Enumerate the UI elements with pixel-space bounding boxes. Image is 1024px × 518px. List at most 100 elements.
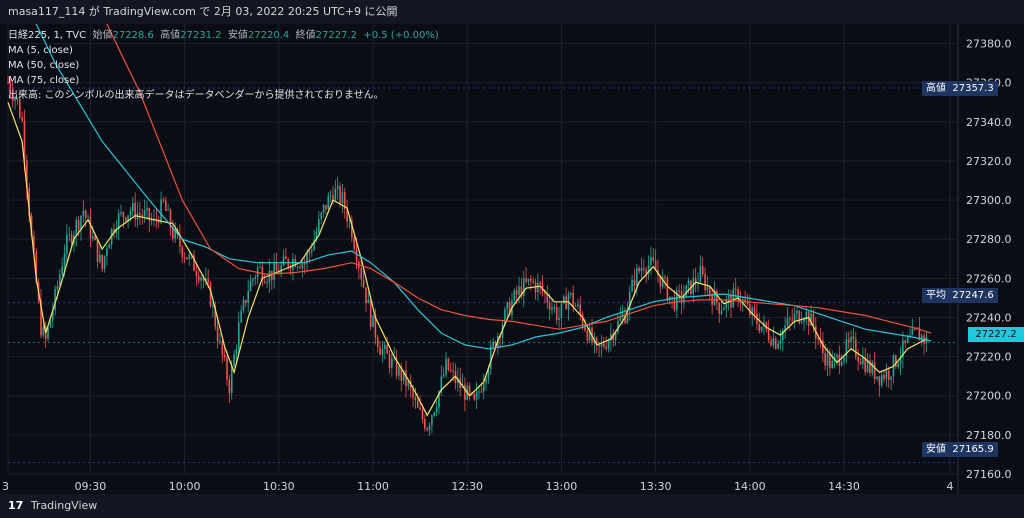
candle-up [885,370,888,380]
candle-up [384,344,386,350]
tradingview-logo-icon[interactable]: 17 [8,499,23,512]
tradingview-brand[interactable]: TradingView [31,499,97,512]
candle-up [42,326,45,336]
candle-down [221,341,224,355]
open-label: 始値 [92,30,113,41]
candle-up [796,310,798,314]
candle-up [301,263,304,269]
candle-down [325,204,327,210]
candle-down [303,263,306,265]
close-value: 27227.2 [315,30,357,41]
chart-area[interactable]: 27160.0 27180.0 27200.0 27220.0 27240.0 27260… [0,24,1024,494]
ma50-legend[interactable]: MA (50, close) [8,58,439,73]
candle-down [96,240,99,263]
price-axis[interactable]: 27160.0 27180.0 27200.0 27220.0 27240.0 27260… [966,38,1012,481]
candle-up [200,277,202,281]
low-tag-value: 27165.9 [952,444,994,455]
candle-down [164,200,167,211]
candle-up [720,309,723,314]
candle-up [506,302,509,310]
candle-up [106,248,108,257]
x-tick-label: 3 [2,480,9,493]
symbol-label[interactable]: 日経225, 1, TVC [8,30,86,41]
candle-up [268,270,271,283]
candle-up [329,195,332,197]
candle-up [836,354,838,358]
candle-up [489,346,492,369]
candle-down [767,329,770,340]
candle-down [548,302,551,310]
candle-up [308,251,311,254]
candle-down [480,391,483,393]
candle-up [577,304,579,306]
candle-down [708,286,711,295]
candle-down [447,358,450,371]
publish-info-text: masa117_114 が TradingView.com で 2月 03, 2… [8,5,398,18]
candle-down [223,354,226,358]
candle-down [532,280,534,283]
candle-down [555,307,558,320]
candle-down [299,266,301,269]
candle-down [452,370,454,372]
candle-up [558,318,560,320]
candle-down [77,219,80,230]
candle-down [664,276,666,279]
candle-down [172,228,174,239]
ma75-legend[interactable]: MA (75, close) [8,73,439,88]
candle-down [718,302,721,314]
candle-up [786,318,789,326]
candle-up [640,268,643,272]
candle-up [911,328,914,336]
change-value: +0.5 (+0.00%) [363,30,439,41]
candle-up [249,281,252,292]
candle-down [671,296,673,298]
candle-down [386,344,388,354]
candle-down [913,328,916,330]
y-tick-label: 27340.0 [966,116,1012,129]
candle-up [537,282,539,293]
candle-up [553,307,556,309]
high-price-tag: 高値 27357.3 [922,81,998,96]
candle-down [275,263,278,272]
candle-up [551,307,553,310]
candle-up [143,210,146,217]
candle-down [355,248,358,262]
ma5-legend[interactable]: MA (5, close) [8,43,439,58]
candle-up [254,277,257,280]
candle-up [273,263,275,280]
candle-down [812,313,815,326]
candle-down [645,269,648,274]
candle-down [539,282,542,285]
candle-up [212,305,214,307]
candle-down [362,279,365,288]
candle-up [266,282,268,284]
candle-up [850,336,852,342]
y-tick-label: 27280.0 [966,233,1012,246]
candle-up [237,322,240,349]
high-label: 高値 [160,30,181,41]
candle-up [880,374,883,386]
candle-down [468,385,471,394]
candle-down [124,217,127,222]
candle-up [513,290,516,301]
close-label: 終値 [295,30,316,41]
time-axis[interactable]: 3 09:30 10:00 10:30 11:00 12:30 13:00 13:30 14:0… [2,480,954,493]
candle-up [560,303,563,319]
candle-up [475,391,478,400]
candle-down [369,299,372,327]
candle-down [852,336,855,340]
candle-down [360,268,363,280]
candle-up [433,412,436,416]
candle-up [61,266,63,275]
candle-down [84,210,87,218]
avg-tag-label: 平均 [926,290,946,301]
candle-up [80,215,82,230]
low-label: 安値 [227,30,248,41]
candle-down [473,393,476,400]
candle-down [857,356,859,362]
candle-up [296,266,299,268]
candle-down [421,409,424,419]
y-tick-label: 27220.0 [966,351,1012,364]
candle-up [831,360,834,368]
candle-down [579,304,582,315]
